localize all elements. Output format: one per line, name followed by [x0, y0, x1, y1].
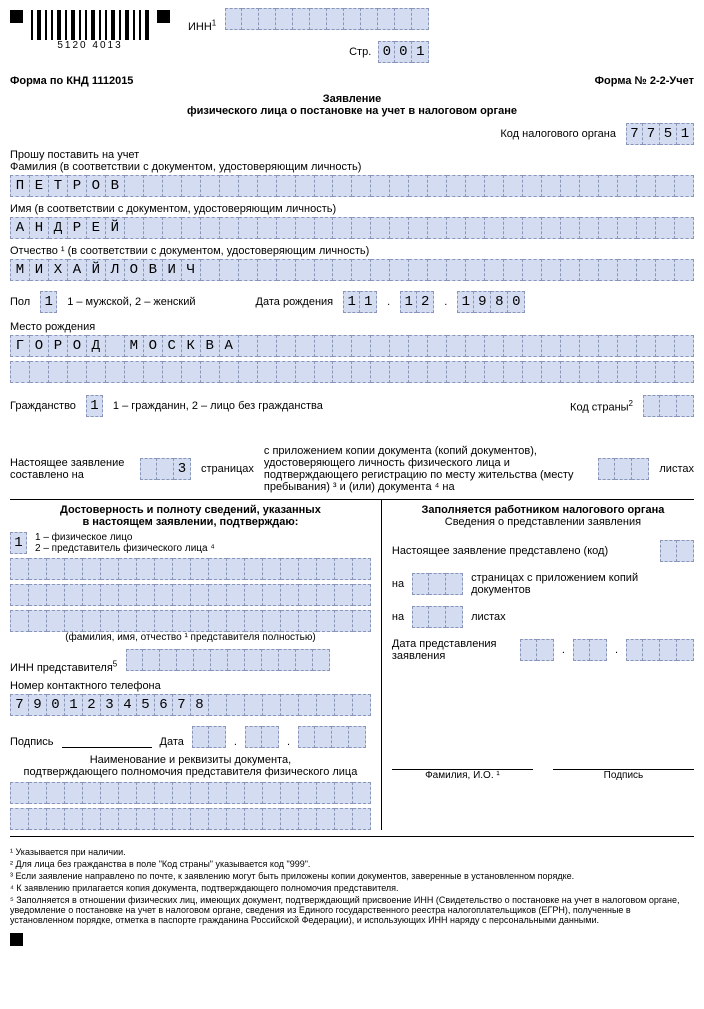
inn-field[interactable]: [225, 8, 429, 30]
dob-label: Дата рождения: [256, 296, 334, 308]
surname-field[interactable]: ПЕТРОВ: [10, 175, 694, 197]
sheets-field[interactable]: [598, 458, 649, 480]
form-knd: Форма по КНД 1112015: [10, 75, 133, 87]
citizenship-field[interactable]: 1: [86, 395, 103, 417]
title-line2: физического лица о постановке на учет в …: [10, 105, 694, 117]
pages-attach: страницах с приложением копий документов: [471, 572, 694, 596]
patronymic-label: Отчество ¹ (в соответствии с документом,…: [10, 245, 694, 257]
sheets-unit: листах: [659, 463, 694, 475]
name-label: Имя (в соответствии с документом, удосто…: [10, 203, 694, 215]
right-sign-line[interactable]: [553, 752, 694, 770]
attach-text: с приложением копии документа (копий док…: [264, 445, 588, 493]
doc-field-2[interactable]: [10, 808, 371, 830]
right-date-y[interactable]: [626, 639, 694, 661]
phone-label: Номер контактного телефона: [10, 680, 371, 692]
right-title: Заполняется работником налогового органа: [392, 504, 694, 516]
right-pages[interactable]: [412, 573, 463, 595]
sign-date-y[interactable]: [298, 726, 366, 748]
right-fio-label: Фамилия, И.О. ¹: [392, 770, 533, 781]
sex-label: Пол: [10, 296, 30, 308]
tax-org-field[interactable]: 7751: [626, 123, 694, 145]
left-title2: в настоящем заявлении, подтверждаю:: [10, 516, 371, 528]
sex-field[interactable]: 1: [40, 291, 57, 313]
name-field[interactable]: АНДРЕЙ: [10, 217, 694, 239]
dob-year[interactable]: 1980: [457, 291, 525, 313]
rep-fio-1[interactable]: [10, 558, 371, 580]
submitter-field[interactable]: 1: [10, 532, 27, 554]
country-label: Код страны2: [570, 399, 633, 414]
right-fio-line[interactable]: [392, 752, 533, 770]
rep-fio-3[interactable]: [10, 610, 371, 632]
patronymic-field[interactable]: МИХАЙЛОВИЧ: [10, 259, 694, 281]
right-sign-label: Подпись: [553, 770, 694, 781]
page-field: 001: [378, 41, 429, 63]
corner-marker-2: [157, 10, 170, 23]
presented-label: Настоящее заявление представлено (код): [392, 545, 652, 557]
right-date-label: Дата представления заявления: [392, 638, 512, 662]
corner-marker: [10, 10, 23, 23]
dob-month[interactable]: 12: [400, 291, 434, 313]
sign-date-d[interactable]: [192, 726, 226, 748]
pages-unit: страницах: [201, 463, 254, 475]
right-date-m[interactable]: [573, 639, 607, 661]
title-line1: Заявление: [10, 93, 694, 105]
dob-day[interactable]: 11: [343, 291, 377, 313]
doc-field-1[interactable]: [10, 782, 371, 804]
sign-date-m[interactable]: [245, 726, 279, 748]
signature-line[interactable]: [62, 730, 152, 748]
birthplace-label: Место рождения: [10, 321, 694, 333]
barcode: 5120 4013: [31, 10, 149, 51]
inn-rep-field[interactable]: [126, 649, 330, 671]
footnotes: ¹ Указывается при наличии. ² Для лица бе…: [10, 847, 694, 925]
birthplace-field-2[interactable]: [10, 361, 694, 383]
fio-hint: (фамилия, имя, отчество ¹ представителя …: [10, 632, 371, 643]
sheets-label: листах: [471, 611, 506, 623]
date-label: Дата: [160, 736, 184, 748]
form-number: Форма № 2-2-Учет: [595, 75, 694, 87]
inn-rep-label: ИНН представителя5: [10, 662, 117, 674]
on1: на: [392, 578, 404, 590]
country-field[interactable]: [643, 395, 694, 417]
right-date-d[interactable]: [520, 639, 554, 661]
birthplace-field-1[interactable]: ГОРОД МОСКВА: [10, 335, 694, 357]
surname-label: Фамилия (в соответствии с документом, уд…: [10, 161, 694, 173]
pages-prefix: Настоящее заявление составлено на: [10, 457, 130, 481]
left-title1: Достоверность и полноту сведений, указан…: [10, 504, 371, 516]
submitter-legend: 1 – физическое лицо 2 – представитель фи…: [35, 532, 215, 554]
tax-org-label: Код налогового органа: [500, 128, 616, 140]
phone-field[interactable]: 79012345678: [10, 694, 371, 716]
pages-field[interactable]: 3: [140, 458, 191, 480]
page-label: Стр.: [349, 46, 371, 58]
bottom-marker: [10, 933, 23, 946]
citizenship-legend: 1 – гражданин, 2 – лицо без гражданства: [113, 400, 323, 412]
presented-code[interactable]: [660, 540, 694, 562]
right-sheets[interactable]: [412, 606, 463, 628]
sex-legend: 1 – мужской, 2 – женский: [67, 296, 195, 308]
citizenship-label: Гражданство: [10, 400, 76, 412]
inn-label: ИНН1: [188, 21, 216, 33]
rep-fio-2[interactable]: [10, 584, 371, 606]
request-line: Прошу поставить на учет: [10, 149, 694, 161]
on2: на: [392, 611, 404, 623]
right-sub: Сведения о представлении заявления: [392, 516, 694, 528]
sign-label: Подпись: [10, 736, 54, 748]
doc-title2: подтверждающего полномочия представителя…: [10, 766, 371, 778]
doc-title: Наименование и реквизиты документа,: [10, 754, 371, 766]
